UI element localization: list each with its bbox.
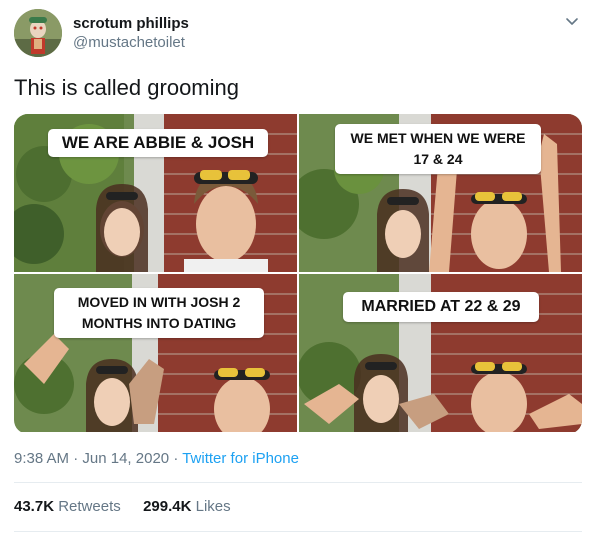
tweet-header: scrotum phillips @mustachetoilet (14, 9, 586, 59)
tweet-time[interactable]: 9:38 AM (14, 450, 69, 467)
caption-4: MARRIED AT 22 & 29 (343, 292, 539, 322)
display-name[interactable]: scrotum phillips (73, 15, 189, 33)
tweet-text: This is called grooming (14, 75, 239, 100)
retweets-count: 43.7K (14, 498, 55, 515)
likes-stat[interactable]: 299.4K Likes (143, 498, 231, 515)
meta-separator: · (73, 450, 79, 467)
tweet-meta: 9:38 AM · Jun 14, 2020 · Twitter for iPh… (14, 449, 299, 469)
user-handle[interactable]: @mustachetoilet (73, 33, 189, 53)
media-panel-1[interactable]: WE ARE ABBIE & JOSH (14, 114, 297, 272)
tweet-stats: 43.7K Retweets 299.4K Likes (14, 497, 231, 517)
likes-label: Likes (195, 498, 231, 515)
user-names: scrotum phillips @mustachetoilet (73, 15, 189, 53)
tweet-source-link[interactable]: Twitter for iPhone (182, 450, 299, 467)
caption-3: MOVED IN WITH JOSH 2 MONTHS INTO DATING (54, 288, 264, 338)
media-panel-2[interactable]: WE MET WHEN WE WERE 17 & 24 (299, 114, 582, 272)
likes-count: 299.4K (143, 498, 192, 515)
media-panel-4[interactable]: MARRIED AT 22 & 29 (299, 274, 582, 432)
retweets-label: Retweets (58, 498, 121, 515)
avatar-image (14, 9, 62, 57)
tweet-card[interactable]: scrotum phillips @mustachetoilet This is… (0, 0, 596, 533)
divider-bottom (14, 531, 582, 532)
avatar[interactable] (14, 9, 62, 57)
meta-separator-2: · (173, 450, 179, 467)
tweet-media-grid[interactable]: WE ARE ABBIE & JOSH WE MET WHEN WE WERE … (14, 114, 582, 434)
caption-1: WE ARE ABBIE & JOSH (48, 129, 268, 157)
media-panel-3[interactable]: MOVED IN WITH JOSH 2 MONTHS INTO DATING (14, 274, 297, 432)
tweet-date[interactable]: Jun 14, 2020 (82, 450, 169, 467)
retweets-stat[interactable]: 43.7K Retweets (14, 498, 125, 515)
divider-top (14, 482, 582, 483)
caption-2: WE MET WHEN WE WERE 17 & 24 (335, 124, 541, 174)
chevron-down-icon[interactable] (564, 13, 580, 29)
